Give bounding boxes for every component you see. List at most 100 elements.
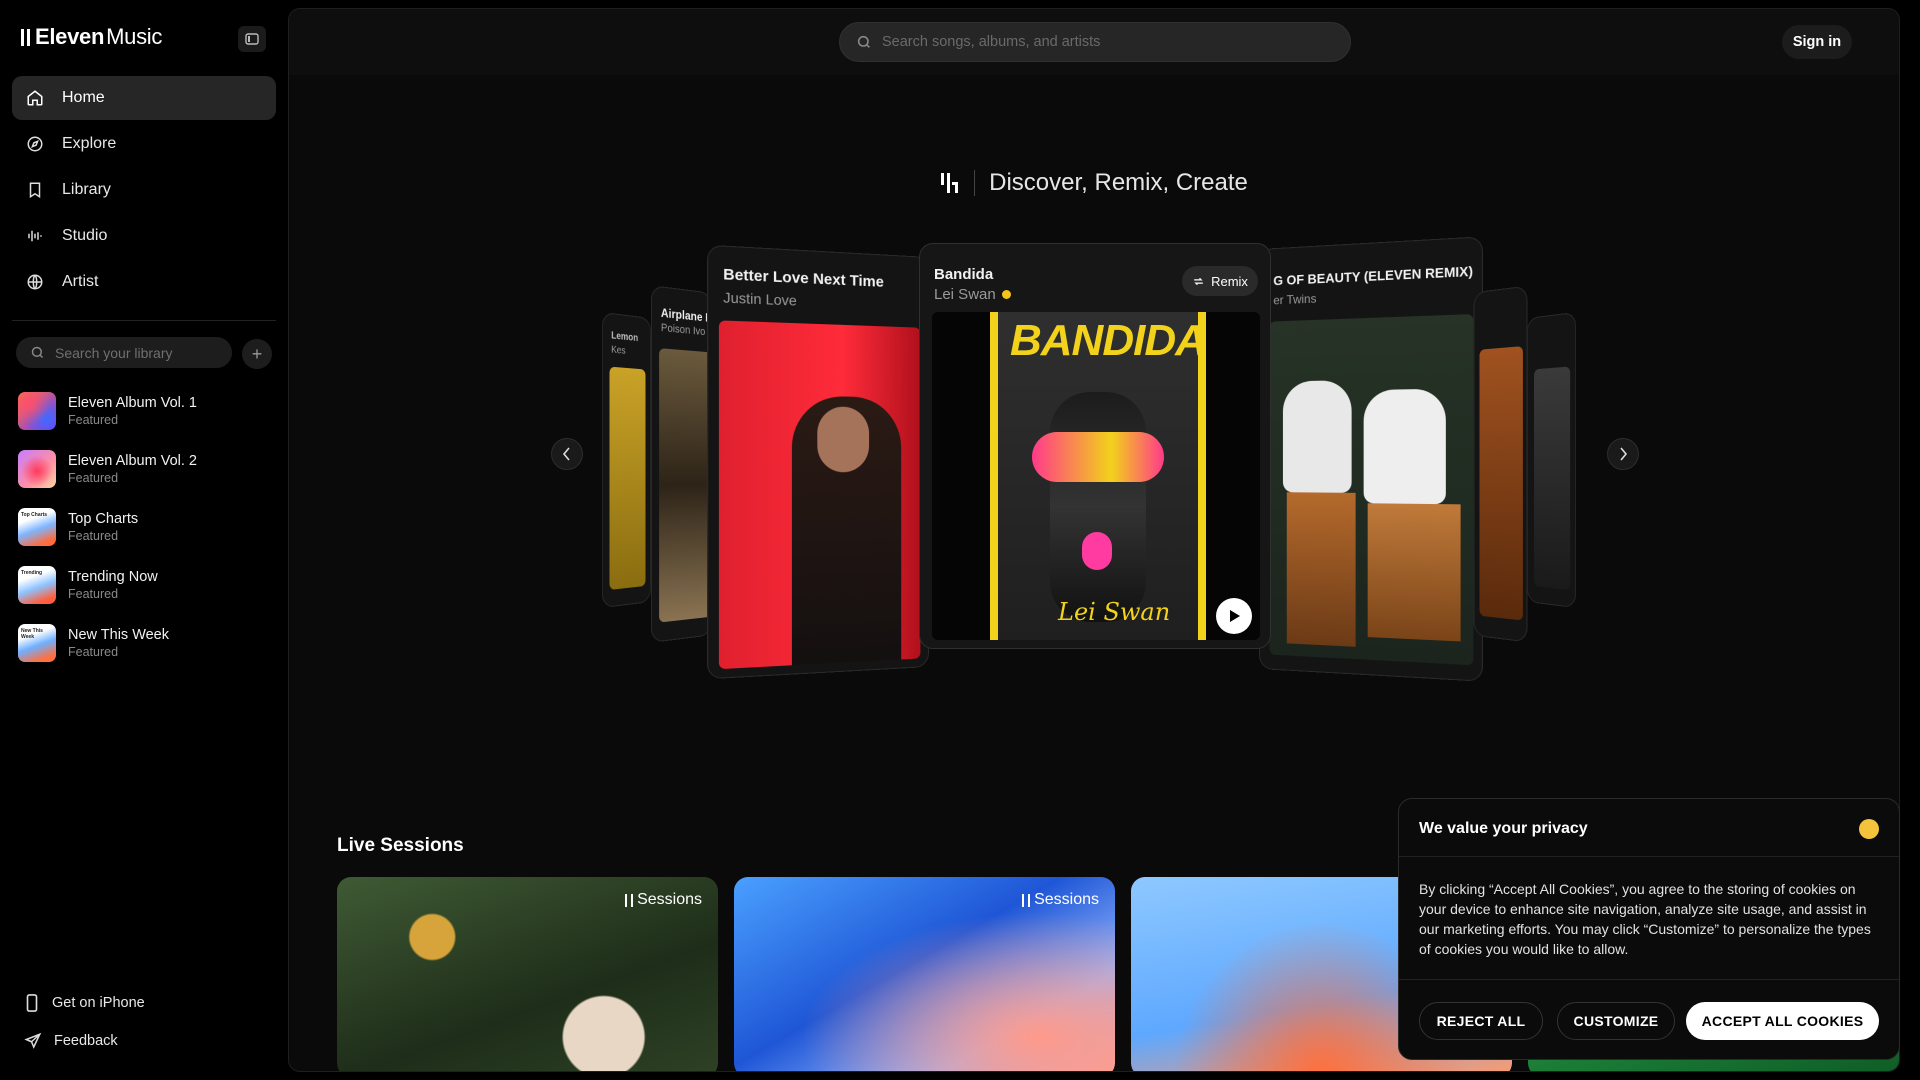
cookie-description: By clicking “Accept All Cookies”, you ag… bbox=[1419, 881, 1871, 957]
nav-item-home[interactable]: Home bbox=[12, 76, 276, 120]
search-icon bbox=[31, 346, 44, 359]
nav-label: Library bbox=[62, 181, 111, 198]
app-logo[interactable]: Eleven Music bbox=[21, 24, 162, 50]
remix-label: Remix bbox=[1211, 273, 1248, 289]
nav-item-library[interactable]: Library bbox=[12, 168, 276, 212]
art-title: BANDIDA bbox=[1010, 316, 1207, 365]
list-item-subtitle: Featured bbox=[68, 529, 119, 543]
carousel-card[interactable]: Lemon Kes bbox=[601, 311, 652, 609]
sessions-brand-label: Sessions bbox=[625, 891, 702, 909]
card-artwork bbox=[1534, 366, 1571, 591]
feedback-label: Feedback bbox=[54, 1033, 118, 1049]
main-nav: Home Explore Library Studio Artist bbox=[12, 76, 276, 306]
brand-name-light: Music bbox=[106, 24, 163, 49]
logo-bars-icon bbox=[21, 28, 30, 46]
list-item-title: Eleven Album Vol. 2 bbox=[68, 453, 197, 469]
card-artist-name: Lei Swan bbox=[934, 286, 996, 303]
card-title: Lemon bbox=[611, 330, 639, 345]
customize-button[interactable]: CUSTOMIZE bbox=[1557, 1002, 1675, 1040]
list-item-title: Trending Now bbox=[68, 569, 158, 585]
cookie-icon bbox=[1859, 819, 1879, 839]
play-button[interactable] bbox=[1216, 598, 1252, 634]
list-item[interactable]: Top Charts Top Charts Featured bbox=[18, 498, 278, 556]
list-item-subtitle: Featured bbox=[68, 413, 119, 427]
carousel-card-featured[interactable]: Bandida Lei Swan Remix BANDIDA Lei Swan bbox=[919, 243, 1271, 649]
nav-label: Artist bbox=[62, 273, 99, 290]
carousel-card[interactable]: Airplane M Poison Ivo bbox=[651, 285, 712, 643]
page-scrollbar[interactable] bbox=[1899, 529, 1900, 565]
list-item[interactable]: Eleven Album Vol. 2 Featured bbox=[18, 440, 278, 498]
get-on-iphone-label: Get on iPhone bbox=[52, 995, 145, 1011]
add-to-library-button[interactable]: + bbox=[242, 339, 272, 369]
card-title: G OF BEAUTY (ELEVEN REMIX) bbox=[1273, 263, 1473, 289]
list-item-title: New This Week bbox=[68, 627, 169, 643]
featured-carousel: Lemon Kes Airplane M Poison Ivo Better L… bbox=[289, 9, 1899, 709]
list-item-title: Top Charts bbox=[68, 511, 139, 527]
list-item-subtitle: Featured bbox=[68, 645, 119, 659]
card-artwork bbox=[1269, 314, 1474, 666]
thumbnail-label: Top Charts bbox=[21, 512, 48, 518]
library-search[interactable] bbox=[16, 337, 232, 368]
cookie-consent-banner: We value your privacy By clicking “Accep… bbox=[1398, 798, 1900, 1060]
thumbnail-label: New This Week bbox=[21, 628, 43, 640]
brand-name-bold: Eleven bbox=[35, 24, 105, 49]
list-item[interactable]: New This Week New This Week Featured bbox=[18, 614, 278, 672]
card-artist: Kes bbox=[611, 344, 626, 357]
live-sessions-heading: Live Sessions bbox=[337, 835, 464, 856]
nav-item-explore[interactable]: Explore bbox=[12, 122, 276, 166]
carousel-card[interactable]: Better Love Next Time Justin Love bbox=[707, 244, 929, 680]
nav-label: Studio bbox=[62, 227, 108, 244]
card-artist: Justin Love bbox=[723, 288, 797, 309]
get-on-iphone-link[interactable]: Get on iPhone bbox=[24, 986, 264, 1020]
sidebar: Eleven Music Home Explore Library Studio … bbox=[0, 0, 288, 1080]
carousel-card[interactable] bbox=[1473, 285, 1528, 643]
card-artist: Poison Ivo bbox=[660, 321, 706, 339]
album-thumbnail bbox=[18, 392, 56, 430]
feedback-link[interactable]: Feedback bbox=[24, 1024, 264, 1058]
cookie-actions: REJECT ALL CUSTOMIZE ACCEPT ALL COOKIES bbox=[1399, 979, 1899, 1059]
sessions-brand-label: Sessions bbox=[1022, 891, 1099, 909]
list-item[interactable]: Trending Trending Now Featured bbox=[18, 556, 278, 614]
nav-item-studio[interactable]: Studio bbox=[12, 214, 276, 258]
session-card[interactable]: Sessions bbox=[337, 877, 718, 1071]
carousel-prev-button[interactable] bbox=[551, 438, 583, 470]
bookmark-icon bbox=[29, 182, 41, 199]
chevron-right-icon bbox=[1620, 447, 1628, 461]
session-card[interactable]: Sessions bbox=[734, 877, 1115, 1071]
cookie-title: We value your privacy bbox=[1419, 820, 1588, 837]
card-artwork bbox=[1479, 346, 1523, 621]
collapse-sidebar-button[interactable] bbox=[238, 26, 266, 52]
card-artwork: BANDIDA Lei Swan bbox=[932, 312, 1260, 640]
list-item-subtitle: Featured bbox=[68, 471, 119, 485]
sessions-brand-text: Sessions bbox=[637, 891, 702, 908]
remix-button[interactable]: Remix bbox=[1182, 266, 1258, 296]
card-artwork bbox=[609, 366, 646, 590]
verified-icon bbox=[1001, 290, 1011, 299]
carousel-next-button[interactable] bbox=[1607, 438, 1639, 470]
home-icon bbox=[27, 90, 43, 106]
waveform-icon bbox=[28, 230, 42, 242]
nav-label: Explore bbox=[62, 135, 117, 152]
globe-icon bbox=[27, 274, 43, 290]
card-artwork bbox=[718, 320, 921, 670]
remix-icon bbox=[1194, 277, 1203, 285]
list-item[interactable]: Eleven Album Vol. 1 Featured bbox=[18, 382, 278, 440]
cookie-header: We value your privacy bbox=[1399, 799, 1899, 857]
library-search-input[interactable] bbox=[55, 344, 225, 361]
carousel-card[interactable] bbox=[1526, 311, 1577, 609]
accept-all-cookies-button[interactable]: ACCEPT ALL COOKIES bbox=[1686, 1002, 1879, 1040]
sidebar-toggle-icon bbox=[245, 33, 259, 45]
play-icon bbox=[1230, 610, 1240, 622]
compass-icon bbox=[27, 136, 43, 152]
list-item-title: Eleven Album Vol. 1 bbox=[68, 395, 197, 411]
send-icon bbox=[24, 1032, 42, 1049]
card-title: Better Love Next Time bbox=[723, 265, 884, 291]
thumbnail-label: Trending bbox=[21, 570, 43, 576]
plus-icon: + bbox=[251, 343, 263, 364]
album-thumbnail: Top Charts bbox=[18, 508, 56, 546]
reject-all-button[interactable]: REJECT ALL bbox=[1419, 1002, 1543, 1040]
carousel-card[interactable]: G OF BEAUTY (ELEVEN REMIX) er Twins bbox=[1259, 236, 1483, 682]
album-thumbnail: Trending bbox=[18, 566, 56, 604]
nav-item-artist[interactable]: Artist bbox=[12, 260, 276, 304]
sessions-brand-text: Sessions bbox=[1034, 891, 1099, 908]
